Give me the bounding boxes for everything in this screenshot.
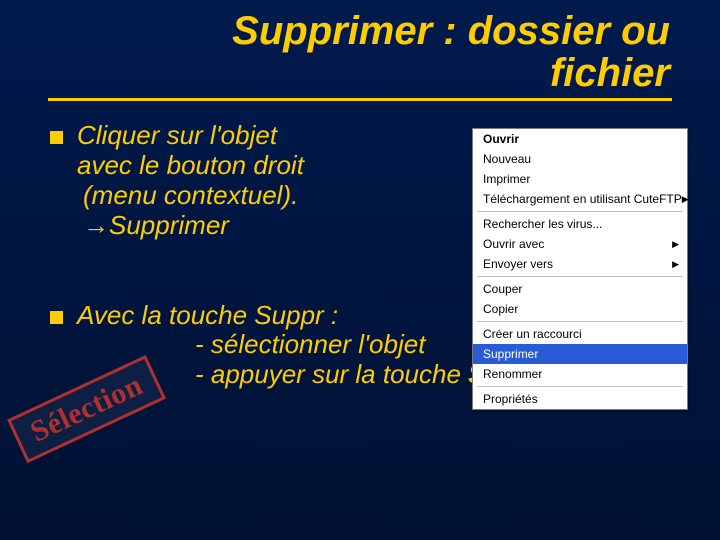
bullet-square-icon [50,311,63,324]
menu-ftp-label: Téléchargement en utilisant CuteFTP [483,192,682,206]
menu-rename-label: Renommer [483,367,542,381]
title-line1: Supprimer : dossier ou [232,9,670,53]
menu-virus-label: Rechercher les virus... [483,217,602,231]
menu-copy[interactable]: Copier [473,299,687,319]
bullet-2-line3-a: - appuyer sur la touche [195,359,468,389]
menu-openwith[interactable]: Ouvrir avec ▶ [473,234,687,254]
menu-props-label: Propriétés [483,392,538,406]
menu-separator [477,386,683,387]
menu-shortcut[interactable]: Créer un raccourci [473,324,687,344]
menu-delete[interactable]: Supprimer [473,344,687,364]
menu-openwith-label: Ouvrir avec [483,237,544,251]
menu-new-label: Nouveau [483,152,531,166]
menu-delete-label: Supprimer [483,347,538,361]
menu-open-label: Ouvrir [483,132,519,146]
bullet-2-line1: Avec la touche Suppr : [77,300,338,330]
title-line2: fichier [550,51,670,95]
slide-title: Supprimer : dossier ou fichier [0,0,720,94]
menu-cut-label: Couper [483,282,522,296]
bullet-1: Cliquer sur l'objet avec le bouton droit… [50,121,410,241]
bullet-1-line4: →Supprimer [77,210,229,240]
menu-sendto-label: Envoyer vers [483,257,553,271]
menu-props[interactable]: Propriétés [473,389,687,409]
bullet-1-line3: (menu contextuel). [77,180,298,210]
menu-separator [477,321,683,322]
menu-print-label: Imprimer [483,172,530,186]
menu-copy-label: Copier [483,302,518,316]
menu-cut[interactable]: Couper [473,279,687,299]
bullet-1-line2: avec le bouton droit [77,150,304,180]
context-menu: Ouvrir Nouveau Imprimer Téléchargement e… [472,128,688,410]
menu-new[interactable]: Nouveau [473,149,687,169]
chevron-right-icon: ▶ [682,194,689,205]
menu-separator [477,276,683,277]
menu-rename[interactable]: Renommer [473,364,687,384]
menu-separator [477,211,683,212]
bullet-1-text: Cliquer sur l'objet avec le bouton droit… [77,121,304,241]
chevron-right-icon: ▶ [672,239,679,250]
chevron-right-icon: ▶ [672,259,679,270]
menu-virus[interactable]: Rechercher les virus... [473,214,687,234]
menu-sendto[interactable]: Envoyer vers ▶ [473,254,687,274]
menu-ftp[interactable]: Téléchargement en utilisant CuteFTP▶ [473,189,687,209]
menu-shortcut-label: Créer un raccourci [483,327,582,341]
menu-open[interactable]: Ouvrir [473,129,687,149]
menu-print[interactable]: Imprimer [473,169,687,189]
bullet-1-line1: Cliquer sur l'objet [77,120,277,150]
bullet-square-icon [50,131,63,144]
